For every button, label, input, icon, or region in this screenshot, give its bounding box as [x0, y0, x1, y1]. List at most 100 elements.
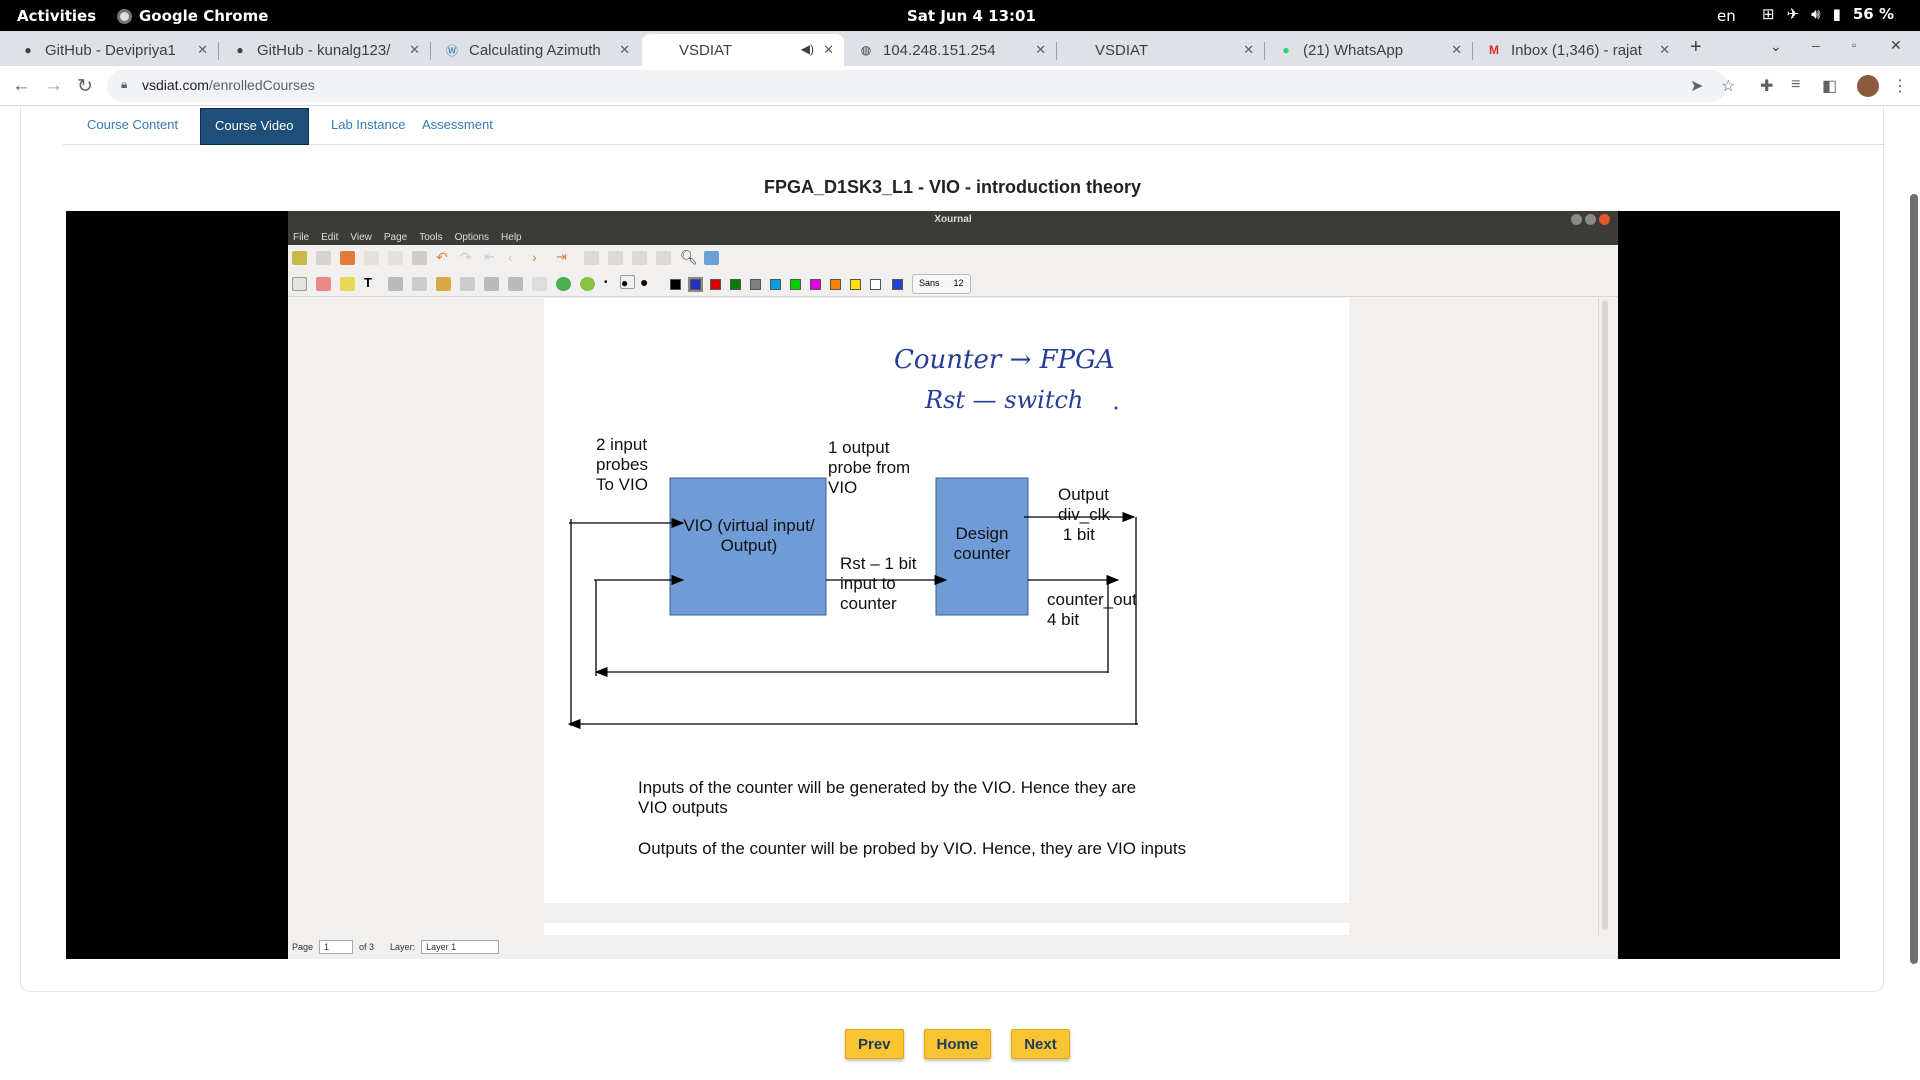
page-scrollbar-thumb[interactable] [1910, 194, 1918, 964]
send-icon[interactable]: ➤ [1690, 76, 1703, 96]
zoom-in-icon [656, 251, 671, 265]
color-gray-swatch[interactable] [750, 279, 761, 290]
shape-recognizer-icon [412, 277, 427, 291]
page-scrollbar[interactable] [1908, 107, 1920, 1080]
close-tab-icon[interactable]: ✕ [197, 42, 208, 58]
xournal-toolbar-tools: T • ● ● Sans 12 [288, 271, 1618, 297]
color-custom-swatch[interactable] [892, 279, 903, 290]
tab-course-content[interactable]: Course Content [73, 108, 192, 145]
close-window-button[interactable]: ✕ [1890, 37, 1902, 54]
color-blue-swatch[interactable] [688, 277, 703, 292]
side-panel-icon[interactable]: ◧ [1822, 76, 1837, 96]
prev-button[interactable]: Prev [845, 1029, 904, 1059]
next-page-icon: › [532, 249, 537, 265]
close-tab-icon[interactable]: ✕ [1451, 42, 1462, 58]
audio-playing-icon[interactable]: ◀︎) [801, 42, 814, 56]
tab-ip-address[interactable]: ◍ 104.248.151.254 ✕ [846, 34, 1056, 66]
close-tab-icon[interactable]: ✕ [1243, 42, 1254, 58]
tab-gmail-inbox[interactable]: M Inbox (1,346) - rajat ✕ [1474, 34, 1680, 66]
wordpress-icon: Ⓦ [445, 43, 458, 58]
menu-kebab-icon[interactable]: ⋮ [1892, 76, 1908, 96]
color-black-swatch[interactable] [670, 279, 681, 290]
color-lightblue-swatch[interactable] [770, 279, 781, 290]
close-tab-icon[interactable]: ✕ [823, 42, 834, 58]
close-tab-icon[interactable]: ✕ [619, 42, 630, 58]
minimize-button[interactable]: – [1812, 37, 1820, 53]
app-menu[interactable]: Google Chrome [117, 7, 268, 25]
output-div-clk-label: Output div_clk 1 bit [1058, 485, 1110, 544]
tab-search-chevron-icon[interactable]: ⌄ [1770, 38, 1782, 55]
profile-avatar[interactable] [1857, 75, 1879, 97]
tab-vsdiat[interactable]: VSDIAT ✕ [1058, 34, 1264, 66]
lasso-icon [460, 277, 475, 291]
video-player[interactable]: Xournal File Edit View Page Tools Option… [66, 211, 1840, 959]
color-lightgreen-swatch[interactable] [790, 279, 801, 290]
font-button[interactable]: Sans 12 [912, 274, 971, 294]
input-probes-label: 2 input probes To VIO [596, 435, 648, 494]
color-yellow-swatch[interactable] [850, 279, 861, 290]
menu-view: View [350, 231, 372, 243]
rst-label: Rst – 1 bit input to counter [840, 554, 917, 613]
xournal-status-bar: Page 1 of 3 Layer: Layer 1 [288, 935, 1618, 959]
home-button[interactable]: Home [923, 1029, 992, 1059]
system-tray[interactable]: ⊞ ✈ 🔊︎ ▮ 56 % [1762, 5, 1894, 23]
thin-line-icon: • [604, 277, 608, 288]
clock[interactable]: Sat Jun 4 13:01 [907, 7, 1036, 25]
handwriting-line-1: Counter → FPGA [894, 345, 1115, 375]
new-doc-icon [316, 251, 331, 265]
last-page-icon: ⇥ [556, 249, 567, 264]
menu-help: Help [501, 231, 522, 243]
prev-page-icon: ‹ [508, 249, 513, 265]
next-button[interactable]: Next [1011, 1029, 1070, 1059]
tab-title: VSDIAT [1095, 41, 1149, 59]
airplane-icon: ✈ [1786, 5, 1800, 23]
tab-title: Inbox (1,346) - rajat [1511, 41, 1642, 59]
color-white-swatch[interactable] [870, 279, 881, 290]
back-icon[interactable]: ← [12, 75, 31, 97]
default-pen-icon [556, 277, 571, 291]
slide-page-next [544, 923, 1349, 935]
color-magenta-swatch[interactable] [810, 279, 821, 290]
tab-github-kunalg[interactable]: ● GitHub - kunalg123/ ✕ [220, 34, 430, 66]
tab-assessment[interactable]: Assessment [408, 108, 507, 145]
search-icon: 🔍︎ [680, 249, 698, 265]
font-size: 12 [953, 278, 964, 288]
url-text: vsdiat.com/enrolledCourses [142, 77, 315, 93]
paragraph-vio-outputs: Inputs of the counter will be generated … [638, 778, 1137, 817]
text-tool-icon: T [364, 275, 372, 290]
xournal-window-buttons [1571, 214, 1610, 225]
extensions-icon[interactable]: ✚ [1760, 76, 1773, 96]
slide-page: Counter → FPGA Rst — switch 2 input prob… [544, 298, 1349, 903]
bookmark-star-icon[interactable]: ☆ [1721, 76, 1735, 96]
reload-icon[interactable]: ↻ [77, 75, 93, 98]
language-indicator[interactable]: en [1717, 7, 1736, 25]
maximize-button[interactable]: ▫ [1852, 38, 1856, 52]
xournal-canvas: Counter → FPGA Rst — switch 2 input prob… [288, 298, 1618, 935]
close-tab-icon[interactable]: ✕ [1659, 42, 1670, 58]
tab-whatsapp[interactable]: ● (21) WhatsApp ✕ [1266, 34, 1472, 66]
tab-calculating-azimuth[interactable]: Ⓦ Calculating Azimuth ✕ [432, 34, 640, 66]
network-icon: ⊞ [1762, 5, 1775, 23]
activities-button[interactable]: Activities [17, 7, 96, 25]
close-icon [1599, 214, 1610, 225]
gmail-icon: M [1489, 43, 1499, 57]
ink-dot [1114, 406, 1118, 410]
close-tab-icon[interactable]: ✕ [1035, 42, 1046, 58]
tab-github-devipriya[interactable]: ● GitHub - Devipriya1 ✕ [8, 34, 218, 66]
color-green-swatch[interactable] [730, 279, 741, 290]
close-tab-icon[interactable]: ✕ [409, 42, 420, 58]
lock-icon[interactable]: 🔒︎ [121, 77, 127, 92]
color-red-swatch[interactable] [710, 279, 721, 290]
address-bar[interactable]: 🔒︎ vsdiat.com/enrolledCourses [107, 70, 1727, 102]
layer-select[interactable]: Layer 1 [421, 940, 500, 954]
tab-vsdiat-active[interactable]: VSDIAT ◀︎) ✕ [642, 34, 844, 66]
reading-list-icon[interactable]: ≡ [1791, 76, 1800, 94]
new-tab-button[interactable]: + [1690, 36, 1702, 59]
tab-lab-instance[interactable]: Lab Instance [317, 108, 419, 145]
tab-course-video[interactable]: Course Video [200, 108, 309, 145]
page-icon [654, 42, 670, 58]
forward-icon[interactable]: → [44, 75, 63, 97]
color-orange-swatch[interactable] [830, 279, 841, 290]
page-number-input[interactable]: 1 [319, 940, 354, 954]
xournal-scrollbar[interactable] [1598, 298, 1610, 935]
